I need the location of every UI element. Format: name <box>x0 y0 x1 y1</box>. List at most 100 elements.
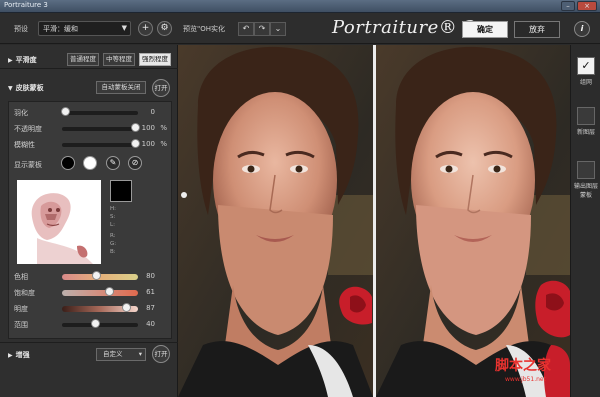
rose-image <box>339 286 372 325</box>
mask-preview-image <box>17 180 101 264</box>
feather-track[interactable] <box>62 111 138 115</box>
mask-black-swatch[interactable] <box>61 156 75 170</box>
skin-mask-section-header[interactable]: ▼ 皮肤蒙板 自动蒙板关闭 打开 <box>0 77 178 99</box>
gear-icon: ⚙ <box>160 23 169 33</box>
opacity-track[interactable] <box>62 127 138 131</box>
preset-label: 预设 <box>14 25 28 33</box>
collapse-triangle-icon: ▼ <box>8 85 13 92</box>
saturation-knob[interactable] <box>105 287 114 296</box>
skin-mask-preview <box>17 180 101 264</box>
composite-label: 组网 <box>579 79 592 86</box>
skin-mask-title: 皮肤蒙板 <box>15 84 44 92</box>
fuzziness-track[interactable] <box>62 143 138 147</box>
level-strong-button[interactable]: 强烈程度 <box>139 53 171 66</box>
preview-label: 预览"OH实化 <box>183 25 225 33</box>
enhance-preset-value: 自定义 <box>103 350 123 358</box>
show-mask-label: 显示蒙板 <box>14 161 42 169</box>
hue-value: 80 <box>146 272 155 280</box>
opacity-value: 100 <box>141 124 155 132</box>
opacity-slider[interactable]: 不透明度 100 % <box>9 122 173 134</box>
expand-triangle-icon: ▶ <box>8 57 13 64</box>
rgb-r-label: R: <box>110 233 116 239</box>
opacity-label: 不透明度 <box>14 125 42 133</box>
preset-dropdown[interactable]: 平滑：缓和 ▼ <box>38 21 131 36</box>
window-title: Portraiture 3 <box>4 1 48 9</box>
chevron-down-icon: ▼ <box>121 24 127 32</box>
chevron-down-icon: ⌄ <box>274 24 282 33</box>
lightness-label: 明度 <box>14 305 28 313</box>
preset-value: 平滑：缓和 <box>43 25 78 33</box>
lightness-value: 87 <box>146 304 155 312</box>
layer-mask-checkbox[interactable] <box>577 161 595 179</box>
feather-slider[interactable]: 羽化 0 <box>9 106 173 118</box>
mask-color-box[interactable] <box>110 180 132 202</box>
auto-mask-button[interactable]: 自动蒙板关闭 <box>96 81 146 94</box>
output-option-layer-mask[interactable]: 输出图层蒙板 <box>574 161 598 199</box>
redo-button[interactable]: ↷ <box>254 22 270 36</box>
site-watermark: 脚本之家 <box>495 358 551 374</box>
saturation-slider[interactable]: 饱和度 61 <box>9 286 173 298</box>
composite-checkbox[interactable]: ✓ <box>577 57 595 75</box>
level-normal-button[interactable]: 普通程度 <box>67 53 99 66</box>
range-slider[interactable]: 范围 40 <box>9 318 173 330</box>
before-photo <box>178 45 373 397</box>
ok-button[interactable]: 确定 <box>462 21 508 38</box>
cancel-button[interactable]: 放弃 <box>514 21 560 38</box>
skin-mask-panel: 羽化 0 不透明度 100 % 模糊性 100 % 显示蒙板 ✎ ⊘ H: S:… <box>8 101 172 339</box>
hue-label: 色相 <box>14 273 28 281</box>
smoothing-title: 平滑度 <box>15 56 37 64</box>
plus-icon: + <box>141 23 150 33</box>
history-dropdown-button[interactable]: ⌄ <box>270 22 286 36</box>
hue-knob[interactable] <box>92 271 101 280</box>
enhance-section-header[interactable]: ▶ 增强 自定义 ▾ 打开 <box>0 342 178 364</box>
saturation-track[interactable] <box>62 290 138 296</box>
fuzziness-slider[interactable]: 模糊性 100 % <box>9 138 173 150</box>
range-knob[interactable] <box>91 319 100 328</box>
enhance-preset-dropdown[interactable]: 自定义 ▾ <box>96 348 146 361</box>
app-logo: Portraiture® 3 <box>332 17 476 38</box>
feather-knob[interactable] <box>61 107 70 116</box>
fuzziness-value: 100 <box>141 140 155 148</box>
undo-button[interactable]: ↶ <box>238 22 254 36</box>
output-option-new-layer[interactable]: 新图层 <box>574 107 598 136</box>
range-track[interactable] <box>62 323 138 327</box>
range-value: 40 <box>146 320 155 328</box>
saturation-label: 饱和度 <box>14 289 35 297</box>
fuzziness-unit: % <box>160 140 167 148</box>
check-icon: ✓ <box>581 59 591 72</box>
enhance-title: 增强 <box>15 351 30 359</box>
level-medium-button[interactable]: 中等程度 <box>103 53 135 66</box>
hsl-s-label: S: <box>110 214 116 220</box>
preset-settings-button[interactable]: ⚙ <box>157 21 172 36</box>
lightness-slider[interactable]: 明度 87 <box>9 302 173 314</box>
info-button[interactable]: i <box>574 21 590 37</box>
new-layer-checkbox[interactable] <box>577 107 595 125</box>
skin-mask-open-button[interactable]: 打开 <box>152 79 170 97</box>
feather-label: 羽化 <box>14 109 28 117</box>
preview-divider[interactable] <box>373 45 376 397</box>
chevron-down-icon: ▾ <box>138 350 142 358</box>
minimize-button[interactable]: – <box>561 1 575 11</box>
fuzziness-label: 模糊性 <box>14 141 35 149</box>
output-option-composite[interactable]: ✓ 组网 <box>574 57 598 86</box>
smoothing-section-header[interactable]: ▶ 平滑度 普通程度 中等程度 强烈程度 <box>0 49 178 69</box>
lightness-knob[interactable] <box>122 303 131 312</box>
layer-mask-label: 输出图层蒙板 <box>574 183 599 199</box>
title-bar: Portraiture 3 – × <box>0 0 600 13</box>
mask-white-swatch[interactable] <box>83 156 97 170</box>
output-options-panel: ✓ 组网 新图层 输出图层蒙板 <box>570 45 600 397</box>
rose-decoration <box>338 283 372 327</box>
expand-triangle-icon: ▶ <box>8 352 13 359</box>
rgb-g-label: G: <box>110 241 117 247</box>
hsl-h-label: H: <box>110 206 116 212</box>
hue-slider[interactable]: 色相 80 <box>9 270 173 282</box>
undo-icon: ↶ <box>242 24 250 33</box>
eyedropper-button[interactable]: ✎ <box>106 156 120 170</box>
opacity-unit: % <box>160 124 167 132</box>
close-button[interactable]: × <box>577 1 597 11</box>
eyedropper-remove-button[interactable]: ⊘ <box>128 156 142 170</box>
toolbar: 预设 平滑：缓和 ▼ + ⚙ 预览"OH实化 ↶ ↷ ⌄ Portraiture… <box>0 13 600 44</box>
add-preset-button[interactable]: + <box>138 21 153 36</box>
before-portrait-image <box>178 45 373 397</box>
enhance-open-button[interactable]: 打开 <box>152 345 170 363</box>
